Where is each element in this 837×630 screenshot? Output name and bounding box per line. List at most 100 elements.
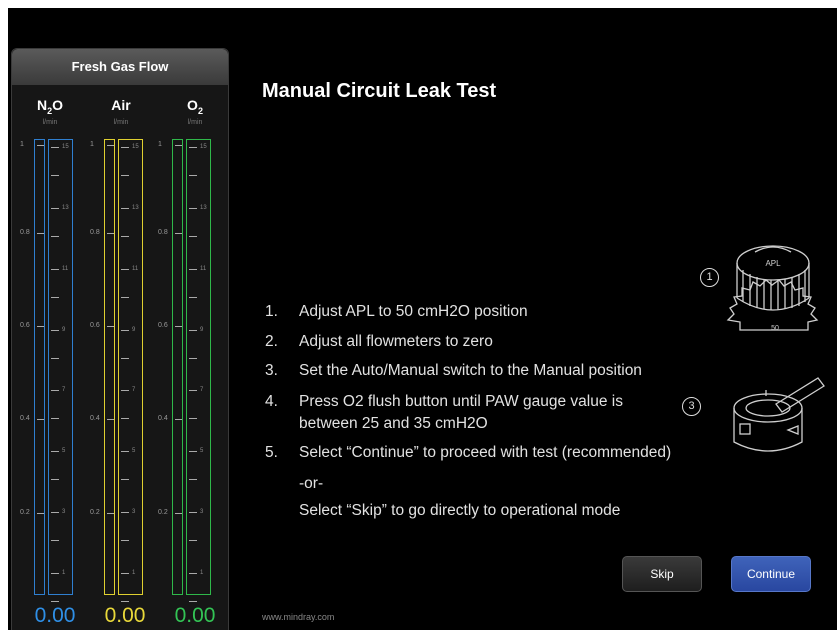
fine-scale-tick [121,147,129,148]
coarse-scale-tick [107,233,114,234]
skip-instruction: Select “Skip” to go directly to operatio… [299,502,621,519]
fine-scale-tick [189,479,197,481]
fine-scale-label: 7 [62,387,66,394]
fine-scale-label: 13 [62,204,69,211]
fine-scale-tick [121,512,129,514]
fine-scale-label: 9 [62,326,66,333]
coarse-scale-tick [175,233,182,234]
continue-button[interactable]: Continue [731,556,811,592]
screen: Fresh Gas Flow N2O Air O2 l/min l/min l/… [8,8,837,630]
step-4-continued: between 25 and 35 cmH2O [299,415,488,432]
coarse-scale-tick [175,145,182,146]
fine-scale-tick [189,601,197,602]
fine-scale-label: 3 [62,509,66,516]
fine-scale-tick [121,296,129,298]
coarse-scale-tick [175,419,182,420]
o2-value: 0.00 [174,604,216,627]
fine-scale-tick [121,540,129,542]
fine-scale-tick [121,268,129,270]
page-title: Manual Circuit Leak Test [262,80,497,102]
fine-scale-tick [51,601,59,602]
fine-scale-tick [189,451,197,453]
fine-scale-label: 15 [200,144,207,150]
coarse-scale-label: 0.8 [158,229,168,236]
fine-scale-tick [51,235,59,237]
fine-scale-tick [121,573,129,574]
apl-valve-illustration: APL 50 [726,245,819,332]
fine-scale-tick [189,573,197,574]
coarse-scale-label: 0.6 [90,322,100,329]
fine-scale-tick [189,357,197,359]
fresh-gas-flow-title: Fresh Gas Flow [12,49,228,85]
footer-url: www.mindray.com [262,612,335,622]
fine-scale-tick [51,479,59,481]
fine-scale-tick [121,357,129,359]
fine-scale-tick [189,418,197,420]
fine-scale-tick [121,390,129,392]
coarse-scale-label: 0.4 [158,415,168,422]
fine-scale-tick [51,418,59,420]
coarse-scale-label: 0.2 [158,509,168,516]
coarse-scale-tick [107,326,114,327]
step-3: 3. Set the Auto/Manual switch to the Manu… [265,362,642,379]
coarse-scale-tick [175,513,182,514]
coarse-scale-tick [37,145,44,146]
fine-scale-label: 7 [200,387,204,394]
o2-coarse-tube [172,139,183,595]
fine-scale-tick [51,147,59,148]
air-coarse-tube [104,139,115,595]
fine-scale-tick [51,390,59,392]
fine-scale-tick [189,147,197,148]
fine-scale-label: 1 [62,570,66,576]
fine-scale-label: 15 [132,144,139,150]
fine-scale-label: 11 [200,265,207,272]
coarse-scale-label: 0.8 [90,229,100,236]
coarse-scale-label: 0.8 [20,229,30,236]
coarse-scale-tick [107,145,114,146]
fine-scale-tick [51,329,59,331]
fine-scale-tick [51,207,59,209]
fine-scale-tick [189,329,197,331]
fine-scale-tick [51,573,59,574]
n2o-value: 0.00 [34,604,76,627]
fine-scale-tick [51,175,59,176]
n2o-unit: l/min [42,119,58,126]
skip-button[interactable]: Skip [622,556,702,592]
fine-scale-tick [121,235,129,237]
fine-scale-tick [51,357,59,359]
coarse-scale-label: 0.4 [90,415,100,422]
fine-scale-tick [121,207,129,209]
fine-scale-label: 7 [132,387,136,394]
fine-scale-tick [189,268,197,270]
step-2: 2. Adjust all flowmeters to zero [265,333,493,350]
switch-step-marker: 3 [682,397,701,416]
air-value: 0.00 [104,604,146,627]
coarse-scale-label: 0.4 [20,415,30,422]
coarse-scale-tick [37,233,44,234]
o2-heading: O2 [187,97,203,116]
fine-scale-tick [51,512,59,514]
coarse-scale-tick [175,326,182,327]
coarse-scale-label: 1 [90,141,94,148]
apl-label: APL [765,259,781,268]
coarse-scale-label: 0.6 [158,322,168,329]
coarse-scale-label: 1 [158,141,162,148]
air-heading: Air [111,97,131,113]
fine-scale-tick [121,479,129,481]
coarse-scale-tick [107,513,114,514]
n2o-heading: N2O [36,97,64,116]
fine-scale-label: 13 [200,204,207,211]
coarse-scale-tick [37,513,44,514]
fine-scale-label: 13 [132,204,139,211]
or-text: -or- [299,475,324,492]
coarse-scale-label: 0.2 [90,509,100,516]
step-1: 1. Adjust APL to 50 cmH2O position [265,303,528,320]
fine-scale-label: 1 [132,570,136,576]
n2o-coarse-tube [34,139,45,595]
step-5: 5. Select “Continue” to proceed with test… [265,444,672,461]
coarse-scale-tick [37,326,44,327]
fine-scale-tick [121,418,129,420]
fine-scale-tick [51,540,59,542]
fine-scale-tick [121,451,129,453]
fine-scale-label: 5 [132,448,136,455]
